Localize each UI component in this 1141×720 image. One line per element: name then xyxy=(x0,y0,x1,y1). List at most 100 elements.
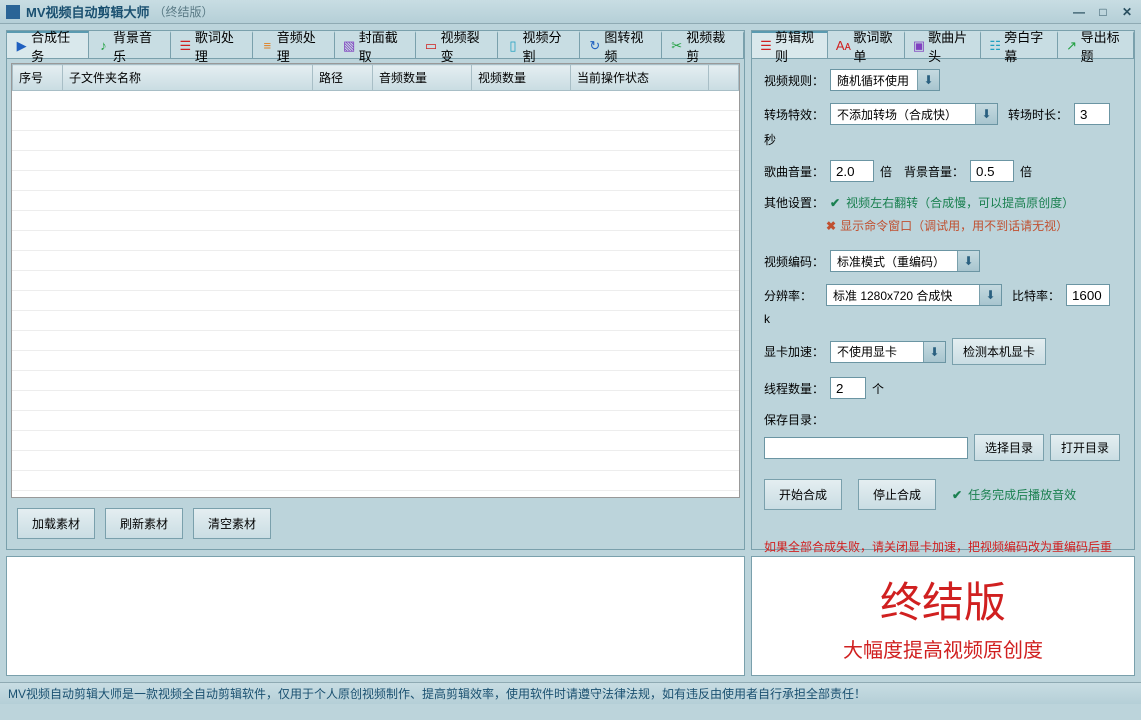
tab-视频分割[interactable]: ▯视频分割 xyxy=(498,31,580,58)
crop-icon: ✂ xyxy=(670,39,683,53)
refresh-material-button[interactable]: 刷新素材 xyxy=(105,508,183,539)
bg-volume-unit: 倍 xyxy=(1020,163,1032,180)
checkmark-icon[interactable]: ✔ xyxy=(952,488,962,502)
titlebar: MV视频自动剪辑大师 （终结版） — □ ✕ xyxy=(0,0,1141,24)
chevron-down-icon: ⬇ xyxy=(917,70,939,90)
encoding-dropdown[interactable]: 标准模式（重编码） ⬇ xyxy=(830,250,980,272)
tab-图转视频[interactable]: ↻图转视频 xyxy=(580,31,662,58)
bg-volume-label: 背景音量： xyxy=(904,163,964,180)
list-icon: Aᴀ xyxy=(836,39,850,53)
select-dir-button[interactable]: 选择目录 xyxy=(974,434,1044,461)
load-material-button[interactable]: 加载素材 xyxy=(17,508,95,539)
tab-封面截取[interactable]: ▧封面截取 xyxy=(335,31,417,58)
right-tabs: ☰剪辑规则Aᴀ歌词歌单▣歌曲片头☷旁白字幕↗导出标题 xyxy=(752,31,1134,59)
right-panel: ☰剪辑规则Aᴀ歌词歌单▣歌曲片头☷旁白字幕↗导出标题 视频规则： 随机循环使用 … xyxy=(751,30,1135,550)
gpu-accel-label: 显卡加速： xyxy=(764,343,824,360)
split-icon: ▭ xyxy=(424,39,437,53)
transition-duration-label: 转场时长： xyxy=(1008,106,1068,123)
stop-compose-button[interactable]: 停止合成 xyxy=(858,479,936,510)
app-title: MV视频自动剪辑大师 xyxy=(26,2,150,21)
tab-歌词处理[interactable]: ☰歌词处理 xyxy=(171,31,253,58)
gpu-accel-dropdown[interactable]: 不使用显卡 ⬇ xyxy=(830,341,946,363)
flip-checkbox-label[interactable]: 视频左右翻转（合成慢，可以提高原创度） xyxy=(846,194,1074,211)
export-icon: ↗ xyxy=(1066,39,1078,53)
save-dir-input[interactable] xyxy=(764,437,968,459)
tab-歌词歌单[interactable]: Aᴀ歌词歌单 xyxy=(828,31,904,58)
tab-视频裁剪[interactable]: ✂视频裁剪 xyxy=(662,31,744,58)
resolution-label: 分辨率： xyxy=(764,287,820,304)
transition-duration-input[interactable] xyxy=(1074,103,1110,125)
audio-icon: ≡ xyxy=(261,39,274,53)
song-volume-unit: 倍 xyxy=(880,163,892,180)
tab-合成任务[interactable]: ▶合成任务 xyxy=(7,31,89,58)
transition-dropdown[interactable]: 不添加转场（合成快） ⬇ xyxy=(830,103,998,125)
col-header[interactable]: 视频数量 xyxy=(472,65,571,91)
tab-视频裂变[interactable]: ▭视频裂变 xyxy=(416,31,498,58)
song-volume-label: 歌曲音量： xyxy=(764,163,824,180)
col-header[interactable]: 序号 xyxy=(13,65,63,91)
bitrate-label: 比特率： xyxy=(1012,287,1060,304)
transition-duration-unit: 秒 xyxy=(764,131,776,148)
statusbar-text: MV视频自动剪辑大师是一款视频全自动剪辑软件，仅用于个人原创视频制作、提高剪辑效… xyxy=(8,685,866,702)
detect-gpu-button[interactable]: 检测本机显卡 xyxy=(952,338,1046,365)
minimize-button[interactable]: — xyxy=(1071,4,1087,20)
left-panel: ▶合成任务♪背景音乐☰歌词处理≡音频处理▧封面截取▭视频裂变▯视频分割↻图转视频… xyxy=(6,30,745,550)
col-header[interactable]: 子文件夹名称 xyxy=(63,65,313,91)
lyrics-icon: ☰ xyxy=(179,39,192,53)
threads-label: 线程数量： xyxy=(764,380,824,397)
rules-icon: ☰ xyxy=(760,39,772,53)
settings-area: 视频规则： 随机循环使用 ⬇ 转场特效： 不添加转场（合成快） ⬇ 转场时长： … xyxy=(752,59,1134,532)
other-settings-label: 其他设置： xyxy=(764,194,824,211)
material-table: 序号子文件夹名称路径音频数量视频数量当前操作状态 xyxy=(12,64,739,91)
version-subtitle: 大幅度提高视频原创度 xyxy=(843,634,1043,663)
resolution-dropdown[interactable]: 标准 1280x720 合成快 ⬇ xyxy=(826,284,1002,306)
play-icon: ▶ xyxy=(15,39,28,53)
table-empty-area xyxy=(12,91,739,491)
song-volume-input[interactable] xyxy=(830,160,874,182)
video-rule-label: 视频规则： xyxy=(764,72,824,89)
clip-icon: ▣ xyxy=(913,39,925,53)
tab-导出标题[interactable]: ↗导出标题 xyxy=(1058,31,1134,58)
version-panel: 终结版 大幅度提高视频原创度 xyxy=(751,556,1135,676)
play-sound-checkbox-label[interactable]: 任务完成后播放音效 xyxy=(968,486,1076,503)
encoding-label: 视频编码： xyxy=(764,253,824,270)
cross-icon[interactable]: ✖ xyxy=(826,219,836,233)
video-rule-dropdown[interactable]: 随机循环使用 ⬇ xyxy=(830,69,940,91)
start-compose-button[interactable]: 开始合成 xyxy=(764,479,842,510)
maximize-button[interactable]: □ xyxy=(1095,4,1111,20)
tab-背景音乐[interactable]: ♪背景音乐 xyxy=(89,31,171,58)
tab-旁白字幕[interactable]: ☷旁白字幕 xyxy=(981,31,1057,58)
checkmark-icon[interactable]: ✔ xyxy=(830,196,840,210)
bitrate-unit: k xyxy=(764,312,770,326)
open-dir-button[interactable]: 打开目录 xyxy=(1050,434,1120,461)
bg-volume-input[interactable] xyxy=(970,160,1014,182)
bitrate-input[interactable] xyxy=(1066,284,1110,306)
col-header[interactable]: 当前操作状态 xyxy=(571,65,709,91)
threads-input[interactable] xyxy=(830,377,866,399)
divide-icon: ▯ xyxy=(506,39,519,53)
transition-label: 转场特效： xyxy=(764,106,824,123)
close-button[interactable]: ✕ xyxy=(1119,4,1135,20)
cmd-checkbox-label[interactable]: 显示命令窗口（调试用，用不到话请无视） xyxy=(840,217,1068,234)
col-header-empty xyxy=(709,65,739,91)
tab-音频处理[interactable]: ≡音频处理 xyxy=(253,31,335,58)
col-header[interactable]: 音频数量 xyxy=(373,65,472,91)
app-icon xyxy=(6,5,20,19)
chevron-down-icon: ⬇ xyxy=(957,251,979,271)
tab-歌曲片头[interactable]: ▣歌曲片头 xyxy=(905,31,981,58)
convert-icon: ↻ xyxy=(588,39,601,53)
log-panel xyxy=(6,556,745,676)
music-icon: ♪ xyxy=(97,39,110,53)
col-header[interactable]: 路径 xyxy=(313,65,373,91)
clear-material-button[interactable]: 清空素材 xyxy=(193,508,271,539)
chevron-down-icon: ⬇ xyxy=(979,285,1001,305)
subtitle-icon: ☷ xyxy=(989,39,1001,53)
image-icon: ▧ xyxy=(343,39,356,53)
table-container[interactable]: 序号子文件夹名称路径音频数量视频数量当前操作状态 xyxy=(11,63,740,498)
left-tabs: ▶合成任务♪背景音乐☰歌词处理≡音频处理▧封面截取▭视频裂变▯视频分割↻图转视频… xyxy=(7,31,744,59)
version-title: 终结版 xyxy=(880,569,1006,630)
threads-unit: 个 xyxy=(872,380,884,397)
tab-剪辑规则[interactable]: ☰剪辑规则 xyxy=(752,31,828,58)
app-subtitle: （终结版） xyxy=(154,3,214,20)
save-dir-label: 保存目录： xyxy=(764,411,824,428)
